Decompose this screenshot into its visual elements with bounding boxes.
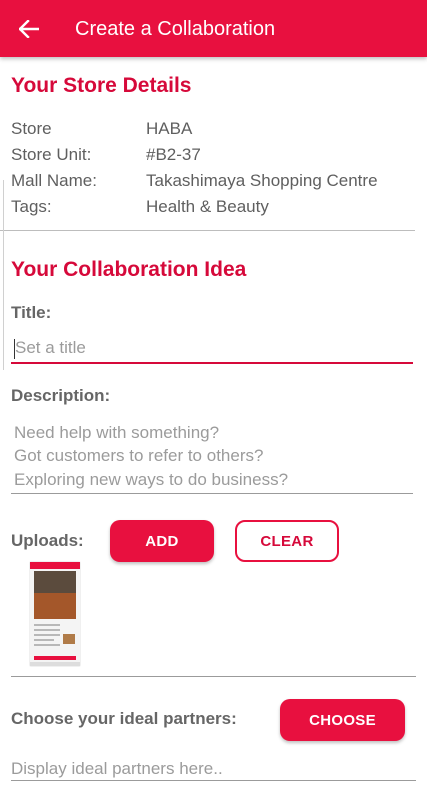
- mall-name-label: Mall Name:: [11, 171, 97, 190]
- partners-field-underline: [11, 780, 416, 781]
- drawer-edge-handle[interactable]: [0, 180, 4, 370]
- description-label: Description:: [11, 386, 111, 405]
- store-label: Store: [11, 119, 52, 138]
- app-bar: Create a Collaboration: [0, 0, 427, 57]
- store-value: HABA: [146, 119, 193, 138]
- clear-button[interactable]: CLEAR: [235, 520, 339, 562]
- back-button[interactable]: [16, 16, 42, 42]
- title-input[interactable]: Set a title: [15, 338, 86, 358]
- choose-button[interactable]: CHOOSE: [280, 699, 405, 741]
- collaboration-idea-heading: Your Collaboration Idea: [11, 258, 247, 281]
- tags-value: Health & Beauty: [146, 197, 269, 216]
- store-unit-value: #B2-37: [146, 145, 201, 164]
- text-cursor: [14, 339, 15, 359]
- arrow-left-icon: [19, 20, 39, 38]
- page-title: Create a Collaboration: [75, 18, 276, 40]
- tags-label: Tags:: [11, 197, 52, 216]
- uploads-divider: [11, 676, 416, 677]
- title-label: Title:: [11, 303, 52, 322]
- store-details-heading: Your Store Details: [11, 74, 192, 97]
- description-input-underline: [11, 493, 413, 494]
- add-button[interactable]: ADD: [110, 520, 214, 562]
- description-placeholder-line: Need help with something?: [14, 423, 220, 442]
- upload-thumbnail[interactable]: [30, 562, 80, 666]
- title-input-underline: [11, 362, 413, 364]
- section-divider: [0, 230, 415, 231]
- description-placeholder-line: Got customers to refer to others?: [14, 446, 264, 465]
- uploads-label: Uploads:: [11, 531, 84, 550]
- mall-name-value: Takashimaya Shopping Centre: [146, 171, 378, 190]
- store-unit-label: Store Unit:: [11, 145, 92, 164]
- description-placeholder-line: Exploring new ways to do business?: [14, 470, 289, 489]
- partners-label: Choose your ideal partners:: [11, 709, 237, 728]
- partners-display-field[interactable]: Display ideal partners here..: [11, 759, 223, 779]
